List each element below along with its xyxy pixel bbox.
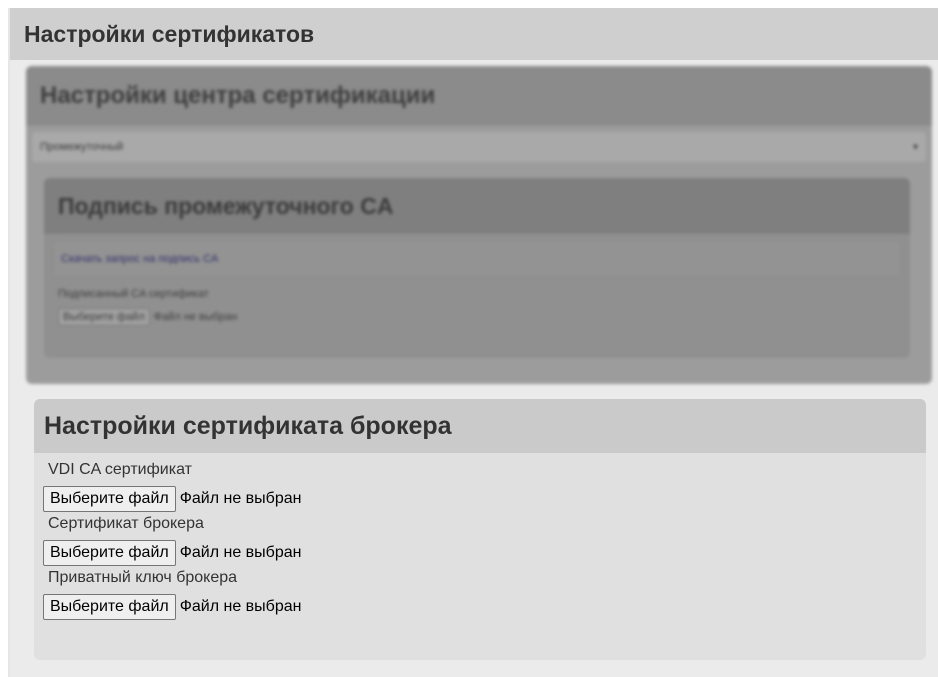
certificate-settings-page: Настройки сертификатов Настройки центра … — [8, 8, 938, 677]
broker-cert-file-button[interactable]: Выберите файл — [43, 540, 176, 566]
broker-certificate-header: Настройки сертификата брокера — [34, 399, 926, 453]
broker-private-key-file-status: Файл не выбран — [179, 598, 302, 615]
page-header: Настройки сертификатов — [10, 8, 938, 60]
ca-type-select[interactable]: Промежуточный ▾ — [32, 132, 926, 162]
broker-certificate-title: Настройки сертификата брокера — [44, 411, 452, 440]
download-request-box: Скачать запрос на подпись CA — [52, 240, 902, 278]
chevron-down-icon: ▾ — [912, 141, 918, 153]
ca-type-select-value: Промежуточный — [40, 141, 124, 153]
download-ca-request-link[interactable]: Скачать запрос на подпись CA — [61, 253, 218, 265]
vdi-ca-cert-file-button[interactable]: Выберите файл — [43, 486, 176, 512]
vdi-ca-cert-label: VDI CA сертификат — [48, 461, 192, 478]
broker-cert-label: Сертификат брокера — [48, 515, 204, 532]
vdi-ca-cert-file-row: Выберите файл Файл не выбран — [43, 481, 926, 517]
intermediate-ca-header: Подпись промежуточного CA — [44, 178, 910, 234]
signed-ca-file-status: Файл не выбран — [153, 311, 238, 323]
page-title: Настройки сертификатов — [24, 20, 315, 47]
broker-private-key-file-row: Выберите файл Файл не выбран — [43, 589, 926, 625]
ca-settings-header: Настройки центра сертификации — [26, 66, 932, 126]
vdi-ca-cert-file-status: Файл не выбран — [179, 490, 302, 507]
broker-cert-file-status: Файл не выбран — [179, 544, 302, 561]
broker-private-key-label: Приватный ключ брокера — [48, 569, 238, 586]
intermediate-ca-title: Подпись промежуточного CA — [58, 192, 394, 219]
signed-ca-label: Подписанный CA сертификат — [58, 288, 209, 300]
broker-private-key-file-button[interactable]: Выберите файл — [43, 594, 176, 620]
ca-settings-section: Настройки центра сертификации Промежуточ… — [26, 66, 932, 384]
signed-ca-file-button[interactable]: Выберите файл — [58, 308, 150, 326]
ca-settings-title: Настройки центра сертификации — [40, 82, 436, 109]
broker-certificate-section: Настройки сертификата брокера VDI CA сер… — [34, 399, 926, 660]
broker-fields: VDI CA сертификат Выберите файл Файл не … — [34, 453, 926, 625]
intermediate-ca-panel: Подпись промежуточного CA Скачать запрос… — [44, 178, 910, 358]
signed-ca-file-row: Выберите файл Файл не выбран — [58, 308, 910, 326]
broker-cert-file-row: Выберите файл Файл не выбран — [43, 535, 926, 571]
